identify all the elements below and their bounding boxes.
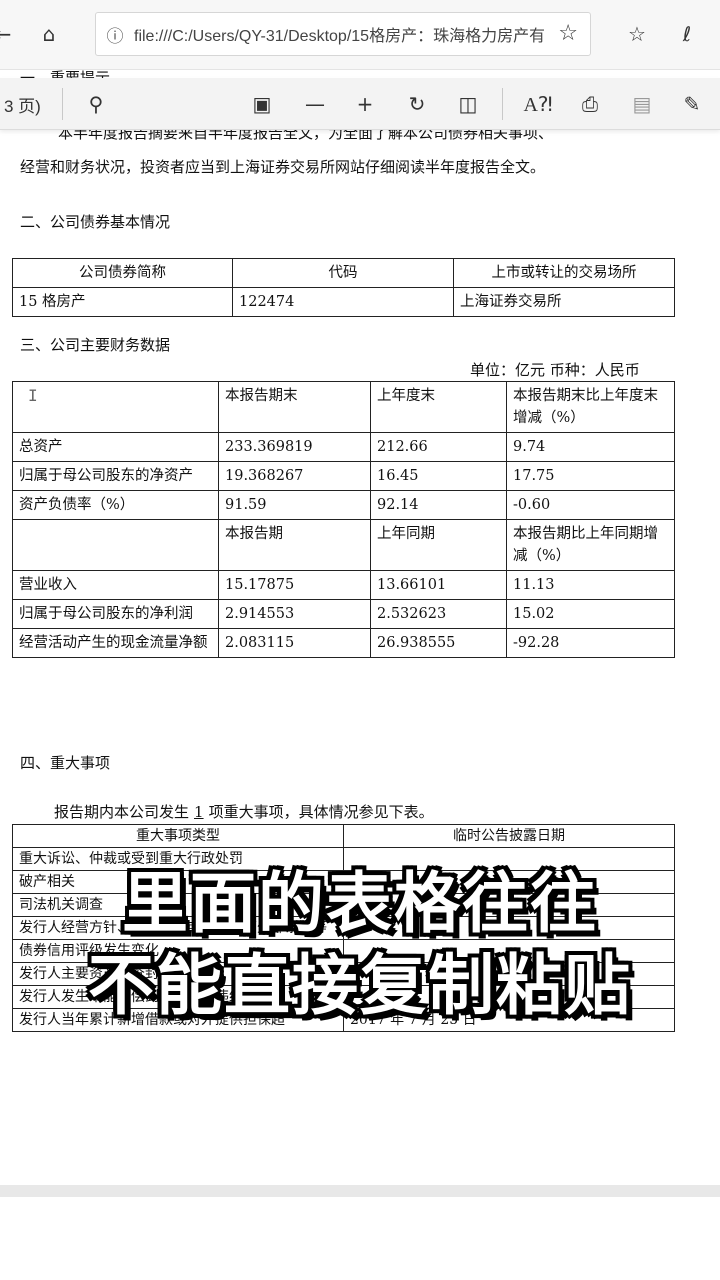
table-cell: 15 格房产 — [12, 287, 233, 317]
header-cell — [12, 519, 219, 571]
table-header-row: 本报告期末 上年度末 本报告期末比上年度末增减（%） — [12, 381, 675, 433]
table-cell: 2.914553 — [218, 599, 371, 629]
save-as-icon[interactable]: ✎ — [674, 87, 710, 121]
unit-note: 单位：亿元 币种：人民币 — [470, 361, 640, 379]
table-cell: 17.75 — [506, 461, 675, 491]
section-4-intro: 报告期内本公司发生 1 项重大事项，具体情况参见下表。 — [54, 802, 434, 822]
intro-text-post: 项重大事项，具体情况参见下表。 — [208, 803, 434, 821]
bond-info-table: 公司债券简称 代码 上市或转让的交易场所 15 格房产 122474 上海证券交… — [12, 258, 675, 317]
rotate-icon[interactable]: ↻ — [399, 87, 435, 121]
table-cell: 212.66 — [370, 432, 507, 462]
header-cell: 公司债券简称 — [12, 258, 233, 288]
table-row: 总资产 233.369819 212.66 9.74 — [12, 432, 675, 462]
header-cell — [12, 381, 219, 433]
back-icon[interactable]: ← — [0, 17, 20, 51]
favorite-star-icon[interactable]: ☆ — [558, 21, 578, 46]
header-cell: 上市或转让的交易场所 — [453, 258, 675, 288]
home-icon[interactable]: ⌂ — [32, 17, 66, 51]
info-icon[interactable]: ⓘ — [96, 22, 134, 47]
table-cell: 11.13 — [506, 570, 675, 600]
table-cell: 16.45 — [370, 461, 507, 491]
header-cell: 临时公告披露日期 — [343, 824, 675, 848]
header-cell: 本报告期末比上年度末增减（%） — [506, 381, 675, 433]
table-row: 经营活动产生的现金流量净额 2.083115 26.938555 -92.28 — [12, 628, 675, 658]
intro-count: 1 — [194, 803, 204, 821]
table-cell: 13.66101 — [370, 570, 507, 600]
table-cell: 上海证券交易所 — [453, 287, 675, 317]
zoom-in-icon[interactable]: + — [347, 87, 383, 121]
table-header-row: 本报告期 上年同期 本报告期比上年同期增减（%） — [12, 519, 675, 571]
save-icon[interactable]: ▤ — [624, 87, 660, 121]
text-cursor-icon: I — [28, 386, 38, 405]
section-1-line-2: 经营和财务状况，投资者应当到上海证券交易所网站仔细阅读半年度报告全文。 — [20, 158, 546, 176]
table-cell: 2.083115 — [218, 628, 371, 658]
fit-page-icon[interactable]: ▣ — [244, 87, 280, 121]
table-cell: 2.532623 — [370, 599, 507, 629]
table-cell: 归属于母公司股东的净资产 — [12, 461, 219, 491]
table-cell: 经营活动产生的现金流量净额 — [12, 628, 219, 658]
financial-data-table: 本报告期末 上年度末 本报告期末比上年度末增减（%） 总资产 233.36981… — [12, 381, 675, 658]
table-cell: -0.60 — [506, 490, 675, 520]
table-cell: 9.74 — [506, 432, 675, 462]
table-cell: 122474 — [232, 287, 454, 317]
table-cell: 233.369819 — [218, 432, 371, 462]
read-aloud-icon[interactable]: A⁈ — [520, 87, 556, 121]
section-2-heading: 二、公司债券基本情况 — [20, 213, 171, 231]
table-header-row: 重大事项类型 临时公告披露日期 — [12, 824, 675, 848]
pdf-toolbar: 3 页) ⚲ ▣ — + ↻ ◫ A⁈ ⎙ ▤ ✎ — [0, 78, 720, 130]
table-row: 归属于母公司股东的净资产 19.368267 16.45 17.75 — [12, 461, 675, 491]
header-cell: 上年度末 — [370, 381, 507, 433]
header-cell: 重大事项类型 — [12, 824, 344, 848]
table-row: 15 格房产 122474 上海证券交易所 — [12, 287, 675, 317]
header-cell: 本报告期比上年同期增减（%） — [506, 519, 675, 571]
print-icon[interactable]: ⎙ — [572, 87, 608, 121]
intro-text-pre: 报告期内本公司发生 — [54, 803, 190, 821]
caption-line-2: 不能直接复制粘贴 — [88, 947, 632, 1024]
toolbar-divider — [502, 88, 503, 120]
browser-address-bar: ← ⌂ ⓘ file:///C:/Users/QY-31/Desktop/15格… — [0, 0, 720, 70]
table-row: 资产负债率（%） 91.59 92.14 -0.60 — [12, 490, 675, 520]
header-cell: 代码 — [232, 258, 454, 288]
caption-line-1: 里面的表格往往 — [122, 865, 598, 942]
table-cell: -92.28 — [506, 628, 675, 658]
table-cell: 19.368267 — [218, 461, 371, 491]
section-3-heading: 三、公司主要财务数据 — [20, 336, 171, 354]
section-4-heading: 四、重大事项 — [20, 754, 111, 772]
toolbar-divider — [62, 88, 63, 120]
page-view-icon[interactable]: ◫ — [450, 87, 486, 121]
search-icon[interactable]: ⚲ — [78, 87, 114, 121]
header-cell: 本报告期末 — [218, 381, 371, 433]
table-row: 营业收入 15.17875 13.66101 11.13 — [12, 570, 675, 600]
table-cell: 26.938555 — [370, 628, 507, 658]
table-cell: 15.02 — [506, 599, 675, 629]
favorites-list-icon[interactable]: ☆ — [620, 17, 654, 51]
url-field[interactable]: ⓘ file:///C:/Users/QY-31/Desktop/15格房产：珠… — [95, 12, 591, 56]
header-cell: 上年同期 — [370, 519, 507, 571]
page-count: 3 页) — [4, 97, 41, 116]
table-row: 归属于母公司股东的净利润 2.914553 2.532623 15.02 — [12, 599, 675, 629]
table-cell: 营业收入 — [12, 570, 219, 600]
table-cell: 归属于母公司股东的净利润 — [12, 599, 219, 629]
sign-icon[interactable]: ℓ — [670, 17, 704, 51]
header-cell: 本报告期 — [218, 519, 371, 571]
table-cell: 资产负债率（%） — [12, 490, 219, 520]
zoom-out-icon[interactable]: — — [297, 87, 333, 121]
table-cell: 92.14 — [370, 490, 507, 520]
table-cell: 总资产 — [12, 432, 219, 462]
page-bottom-band — [0, 1185, 720, 1197]
table-cell: 91.59 — [218, 490, 371, 520]
url-text: file:///C:/Users/QY-31/Desktop/15格房产：珠海格… — [134, 28, 544, 45]
table-header-row: 公司债券简称 代码 上市或转让的交易场所 — [12, 258, 675, 288]
table-cell: 15.17875 — [218, 570, 371, 600]
